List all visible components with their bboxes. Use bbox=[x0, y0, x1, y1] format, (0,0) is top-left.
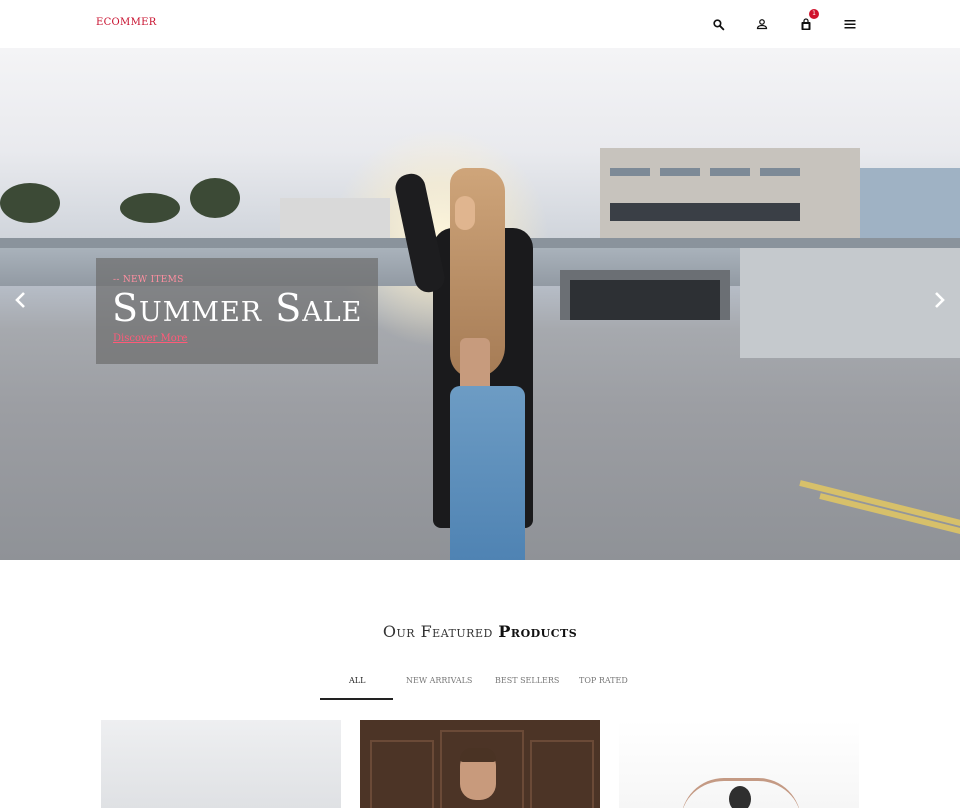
chevron-right-icon[interactable] bbox=[931, 291, 949, 309]
section-title-bold: Products bbox=[498, 622, 578, 641]
section-title: Our Featured Products bbox=[0, 622, 960, 641]
user-icon[interactable] bbox=[754, 16, 770, 32]
shopping-bag-icon[interactable]: 1 bbox=[798, 9, 819, 32]
tab-top-rated[interactable]: TOP RATED bbox=[579, 676, 628, 685]
menu-icon[interactable] bbox=[842, 16, 858, 32]
hero-title: Summer Sale bbox=[112, 286, 363, 330]
site-header: ECOMMER 1 bbox=[0, 0, 960, 48]
section-title-light: Our Featured bbox=[382, 622, 499, 641]
tab-all[interactable]: ALL bbox=[349, 676, 365, 685]
background-building bbox=[600, 148, 860, 238]
product-card[interactable] bbox=[619, 720, 859, 808]
product-card[interactable] bbox=[101, 720, 341, 808]
site-logo[interactable]: ECOMMER bbox=[96, 17, 157, 28]
hero-slider: -- NEW ITEMS Summer Sale Discover More bbox=[0, 48, 960, 560]
tab-new-arrivals[interactable]: NEW ARRIVALS bbox=[406, 676, 472, 685]
hero-caption-box: -- NEW ITEMS Summer Sale Discover More bbox=[96, 258, 378, 364]
search-icon[interactable] bbox=[710, 16, 726, 32]
chevron-left-icon[interactable] bbox=[11, 291, 29, 309]
discover-more-link[interactable]: Discover More bbox=[113, 333, 187, 344]
active-tab-indicator bbox=[320, 698, 393, 700]
model-photo bbox=[392, 148, 555, 560]
hero-eyebrow: -- NEW ITEMS bbox=[113, 275, 184, 285]
cart-count-badge: 1 bbox=[809, 9, 819, 19]
product-card[interactable] bbox=[360, 720, 600, 808]
tab-best-sellers[interactable]: BEST SELLERS bbox=[495, 676, 559, 685]
